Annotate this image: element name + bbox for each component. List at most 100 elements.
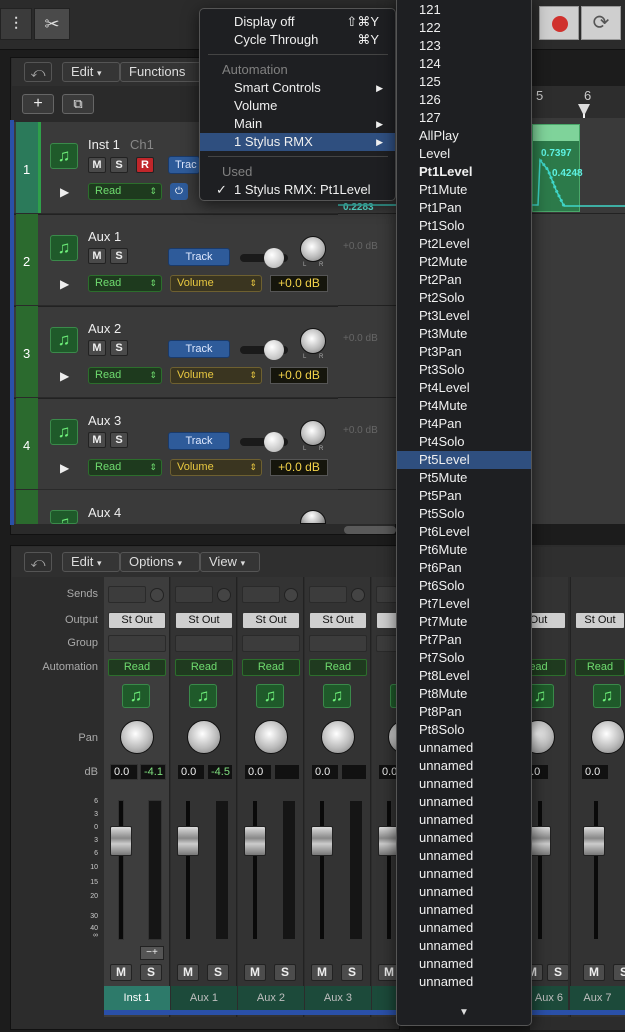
param-item[interactable]: unnamed <box>397 739 531 757</box>
pan-knob[interactable] <box>300 420 326 446</box>
solo-button[interactable]: S <box>274 964 296 981</box>
output-button[interactable]: St Out <box>575 612 625 629</box>
automation-mode-select[interactable]: Read ⇕ <box>88 275 162 292</box>
pan-knob[interactable] <box>187 720 221 754</box>
track-button[interactable]: Track <box>168 248 230 266</box>
track-name[interactable]: Aux 1 <box>88 229 121 244</box>
param-item[interactable]: Pt8Mute <box>397 685 531 703</box>
param-item[interactable]: Pt2Solo <box>397 289 531 307</box>
back-arrow-icon[interactable]: ⤺ <box>24 552 52 572</box>
scissors-icon[interactable]: ✂ <box>34 8 70 40</box>
menu-item-display-off[interactable]: Display off ⇧⌘Y <box>200 13 395 31</box>
automation-button[interactable]: ead <box>531 659 566 676</box>
channel-name[interactable]: Aux 3 <box>305 986 371 1010</box>
solo-button[interactable]: S <box>110 432 128 448</box>
track-name[interactable]: Aux 3 <box>88 413 121 428</box>
group-slot[interactable] <box>175 635 233 652</box>
param-item[interactable]: 123 <box>397 37 531 55</box>
send-slot[interactable] <box>175 586 213 603</box>
track-name[interactable]: Aux 4 <box>88 505 121 520</box>
automation-button[interactable]: Read <box>575 659 625 676</box>
menu-item-volume[interactable]: Volume <box>200 97 395 115</box>
param-item[interactable]: 122 <box>397 19 531 37</box>
param-item[interactable]: Pt7Mute <box>397 613 531 631</box>
mixer-edit-menu[interactable]: Edit ▾ <box>62 552 120 572</box>
volume-slider-thumb[interactable] <box>264 432 284 452</box>
param-item[interactable]: 124 <box>397 55 531 73</box>
param-item[interactable]: Pt3Level <box>397 307 531 325</box>
param-item[interactable]: Pt3Pan <box>397 343 531 361</box>
param-item[interactable]: Pt4Pan <box>397 415 531 433</box>
play-icon[interactable]: ▶ <box>60 185 69 199</box>
menu-item-stylus-rmx[interactable]: 1 Stylus RMX ▶ <box>200 133 395 151</box>
param-item[interactable]: Pt6Pan <box>397 559 531 577</box>
functions-menu[interactable]: Functions <box>120 62 202 82</box>
param-item[interactable]: Pt1Solo <box>397 217 531 235</box>
param-item[interactable]: Pt5Solo <box>397 505 531 523</box>
automation-value-field[interactable]: +0.0 dB <box>270 459 328 476</box>
mute-button[interactable]: M <box>88 157 106 173</box>
mute-button[interactable]: M <box>110 964 132 981</box>
mixer-view-menu[interactable]: View ▾ <box>200 552 260 572</box>
pan-knob[interactable] <box>254 720 288 754</box>
volume-db-field[interactable]: 0.0 <box>110 764 138 780</box>
param-item[interactable]: Level <box>397 145 531 163</box>
automation-mode-select[interactable]: Read ⇕ <box>88 459 162 476</box>
param-item[interactable]: Pt3Solo <box>397 361 531 379</box>
volume-db-field[interactable]: 0.0 <box>581 764 609 780</box>
output-button[interactable]: St Out <box>242 612 300 629</box>
volume-db-field[interactable]: 0.0 <box>244 764 272 780</box>
automation-param-select[interactable]: Volume ⇕ <box>170 275 262 292</box>
volume-fader[interactable] <box>583 826 605 856</box>
pan-knob[interactable] <box>531 720 555 754</box>
edit-menu[interactable]: Edit ▾ <box>62 62 120 82</box>
output-button[interactable]: Out <box>531 612 566 629</box>
param-item[interactable]: 125 <box>397 73 531 91</box>
menu-item-used-param[interactable]: ✓ 1 Stylus RMX: Pt1Level <box>200 181 395 199</box>
send-slot[interactable] <box>242 586 280 603</box>
param-item[interactable]: Pt3Mute <box>397 325 531 343</box>
param-item[interactable]: Pt8Pan <box>397 703 531 721</box>
track-name[interactable]: Inst 1 <box>88 137 120 152</box>
send-knob[interactable] <box>150 588 164 602</box>
automation-button[interactable]: Read <box>108 659 166 676</box>
volume-fader[interactable] <box>244 826 266 856</box>
param-item[interactable]: Pt5Mute <box>397 469 531 487</box>
channel-name[interactable]: Aux 6 <box>530 986 568 1010</box>
param-item[interactable]: Pt8Level <box>397 667 531 685</box>
volume-fader[interactable] <box>531 826 551 856</box>
mixer-options-menu[interactable]: Options ▾ <box>120 552 200 572</box>
solo-button[interactable]: S <box>341 964 363 981</box>
param-item[interactable]: 127 <box>397 109 531 127</box>
send-knob[interactable] <box>284 588 298 602</box>
scroll-down-icon[interactable]: ▼ <box>459 1007 469 1018</box>
automation-button[interactable]: Read <box>309 659 367 676</box>
pan-knob[interactable] <box>591 720 625 754</box>
add-remove-button[interactable]: −+ <box>140 946 164 960</box>
solo-button[interactable]: S <box>207 964 229 981</box>
automation-mode-select[interactable]: Read ⇕ <box>88 183 162 200</box>
volume-fader[interactable] <box>110 826 132 856</box>
param-item[interactable]: unnamed <box>397 919 531 937</box>
track-button[interactable]: Track <box>168 432 230 450</box>
mute-button[interactable]: M <box>244 964 266 981</box>
param-item[interactable]: Pt8Solo <box>397 721 531 739</box>
channel-name[interactable]: Aux 7 <box>570 986 625 1010</box>
channel-name[interactable]: Inst 1 <box>104 986 170 1010</box>
param-item[interactable]: unnamed <box>397 775 531 793</box>
group-slot[interactable] <box>242 635 300 652</box>
volume-db-field[interactable]: 0.0 <box>311 764 339 780</box>
param-item[interactable]: Pt2Pan <box>397 271 531 289</box>
automation-mode-select[interactable]: Read ⇕ <box>88 367 162 384</box>
menu-item-smart-controls[interactable]: Smart Controls ▶ <box>200 79 395 97</box>
mute-button[interactable]: M <box>88 248 106 264</box>
param-item[interactable]: unnamed <box>397 937 531 955</box>
param-item[interactable]: unnamed <box>397 883 531 901</box>
param-item[interactable]: Pt2Mute <box>397 253 531 271</box>
pan-knob[interactable] <box>120 720 154 754</box>
param-item[interactable]: unnamed <box>397 865 531 883</box>
param-item[interactable]: Pt1Pan <box>397 199 531 217</box>
volume-db-field[interactable]: 0.0 <box>531 764 549 780</box>
solo-button[interactable]: S <box>110 248 128 264</box>
param-item[interactable]: unnamed <box>397 793 531 811</box>
